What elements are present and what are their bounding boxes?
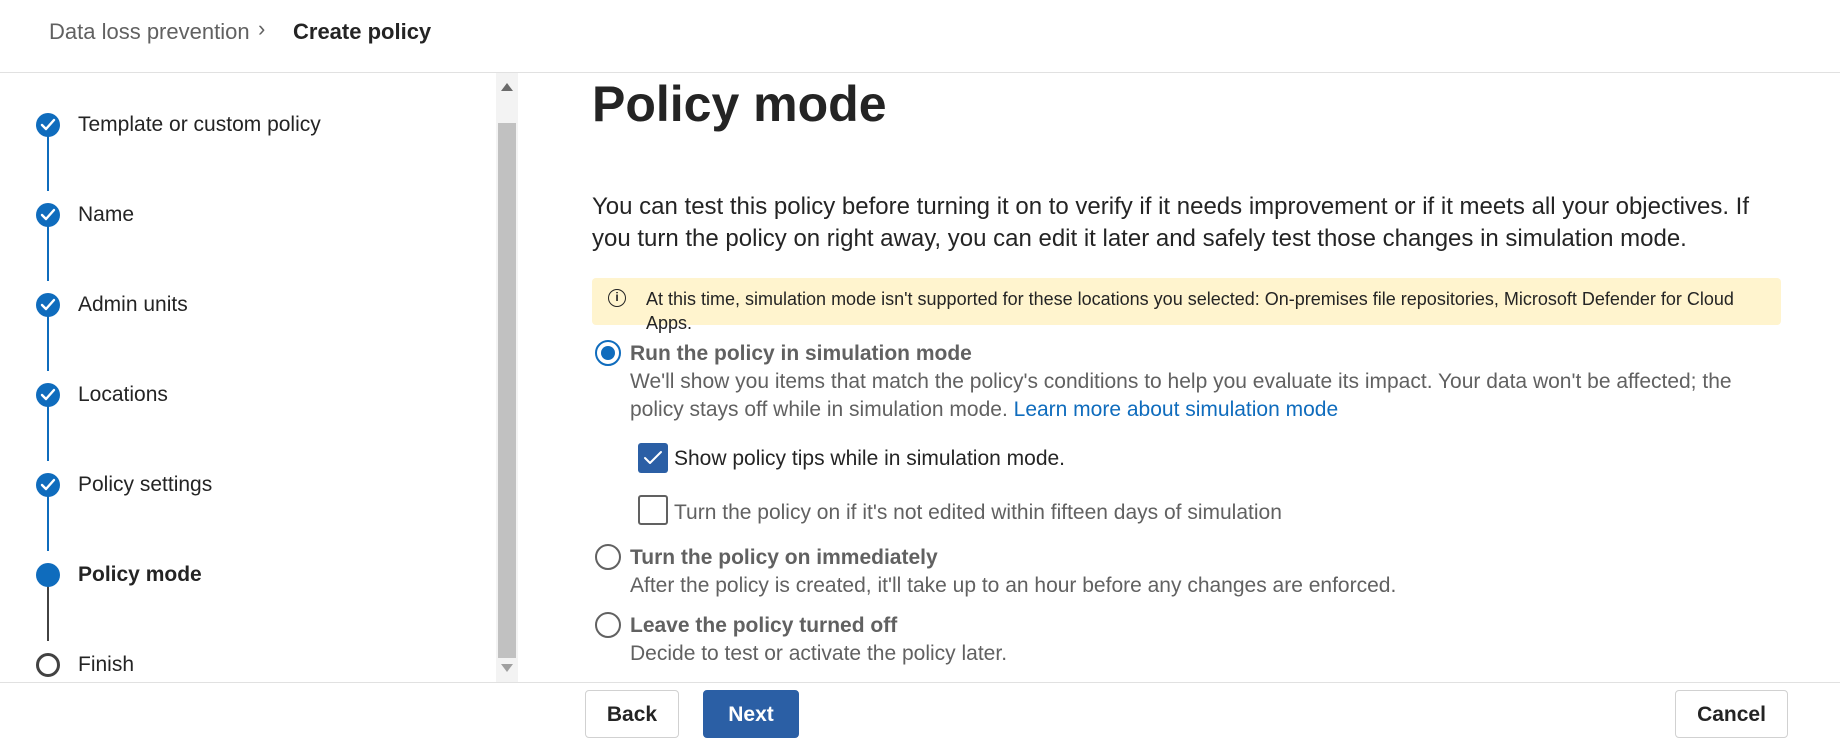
- info-message-bar: i At this time, simulation mode isn't su…: [592, 278, 1781, 333]
- step-label: Policy mode: [78, 563, 202, 586]
- step-finish[interactable]: Finish: [0, 645, 480, 685]
- radio-simulation-mode[interactable]: [595, 340, 621, 366]
- step-label: Policy settings: [78, 473, 213, 496]
- breadcrumb-create-policy: Create policy: [293, 19, 432, 44]
- step-label: Template or custom policy: [78, 113, 321, 136]
- step-policy-mode[interactable]: Policy mode: [0, 555, 480, 595]
- step-admin-units[interactable]: Admin units: [0, 285, 480, 325]
- info-message-text: At this time, simulation mode isn't supp…: [646, 289, 1734, 333]
- step-done-check-icon: [36, 113, 60, 137]
- step-policy-settings[interactable]: Policy settings: [0, 465, 480, 505]
- checkbox-label-turn-on-after-fifteen-days[interactable]: Turn the policy on if it's not edited wi…: [674, 501, 1282, 525]
- option-description-simulation-mode: We'll show you items that match the poli…: [630, 368, 1790, 424]
- main-content: Policy mode You can test this policy bef…: [519, 73, 1840, 682]
- step-current-dot-icon: [36, 563, 60, 587]
- step-done-check-icon: [36, 473, 60, 497]
- step-done-check-icon: [36, 293, 60, 317]
- step-name[interactable]: Name: [0, 195, 480, 235]
- wizard-steps: Template or custom policy Name Admin uni…: [0, 73, 495, 682]
- option-title-simulation-mode[interactable]: Run the policy in simulation mode: [630, 342, 972, 366]
- checkbox-label-show-policy-tips[interactable]: Show policy tips while in simulation mod…: [674, 447, 1065, 471]
- info-icon: i: [608, 289, 626, 307]
- option-description-turn-on-immediately: After the policy is created, it'll take …: [630, 574, 1397, 597]
- footer: Back Next Cancel: [0, 682, 1840, 741]
- option-description-leave-turned-off: Decide to test or activate the policy la…: [630, 642, 1008, 665]
- checkmark-icon: [644, 451, 662, 464]
- steps-scrollbar[interactable]: [496, 73, 518, 682]
- step-label: Admin units: [78, 293, 188, 316]
- learn-more-simulation-link[interactable]: Learn more about simulation mode: [1014, 398, 1339, 421]
- back-button[interactable]: Back: [585, 690, 679, 738]
- next-button[interactable]: Next: [703, 690, 799, 738]
- page-description: You can test this policy before turning …: [592, 193, 1749, 252]
- step-label: Finish: [78, 653, 135, 676]
- step-done-check-icon: [36, 383, 60, 407]
- header: Data loss prevention › Create policy: [0, 0, 1840, 73]
- checkbox-show-policy-tips[interactable]: [638, 443, 668, 473]
- step-pending-circle-icon: [36, 653, 60, 677]
- cancel-button[interactable]: Cancel: [1675, 690, 1788, 738]
- step-locations[interactable]: Locations: [0, 375, 480, 415]
- scroll-down-arrow-icon[interactable]: [501, 664, 513, 672]
- step-label: Locations: [78, 383, 168, 406]
- step-label: Name: [78, 203, 135, 226]
- option-title-leave-turned-off[interactable]: Leave the policy turned off: [630, 614, 897, 638]
- step-template-or-custom-policy[interactable]: Template or custom policy: [0, 105, 480, 145]
- radio-turn-on-immediately[interactable]: [595, 544, 621, 570]
- breadcrumb-data-loss-prevention[interactable]: Data loss prevention: [49, 19, 250, 45]
- scroll-thumb[interactable]: [498, 123, 516, 658]
- page-title: Policy mode: [592, 76, 887, 132]
- radio-leave-turned-off[interactable]: [595, 612, 621, 638]
- step-done-check-icon: [36, 203, 60, 227]
- breadcrumb-chevron-icon: ›: [258, 16, 266, 41]
- scroll-up-arrow-icon[interactable]: [501, 83, 513, 91]
- checkbox-turn-on-after-fifteen-days[interactable]: [638, 495, 668, 525]
- option-title-turn-on-immediately[interactable]: Turn the policy on immediately: [630, 546, 938, 570]
